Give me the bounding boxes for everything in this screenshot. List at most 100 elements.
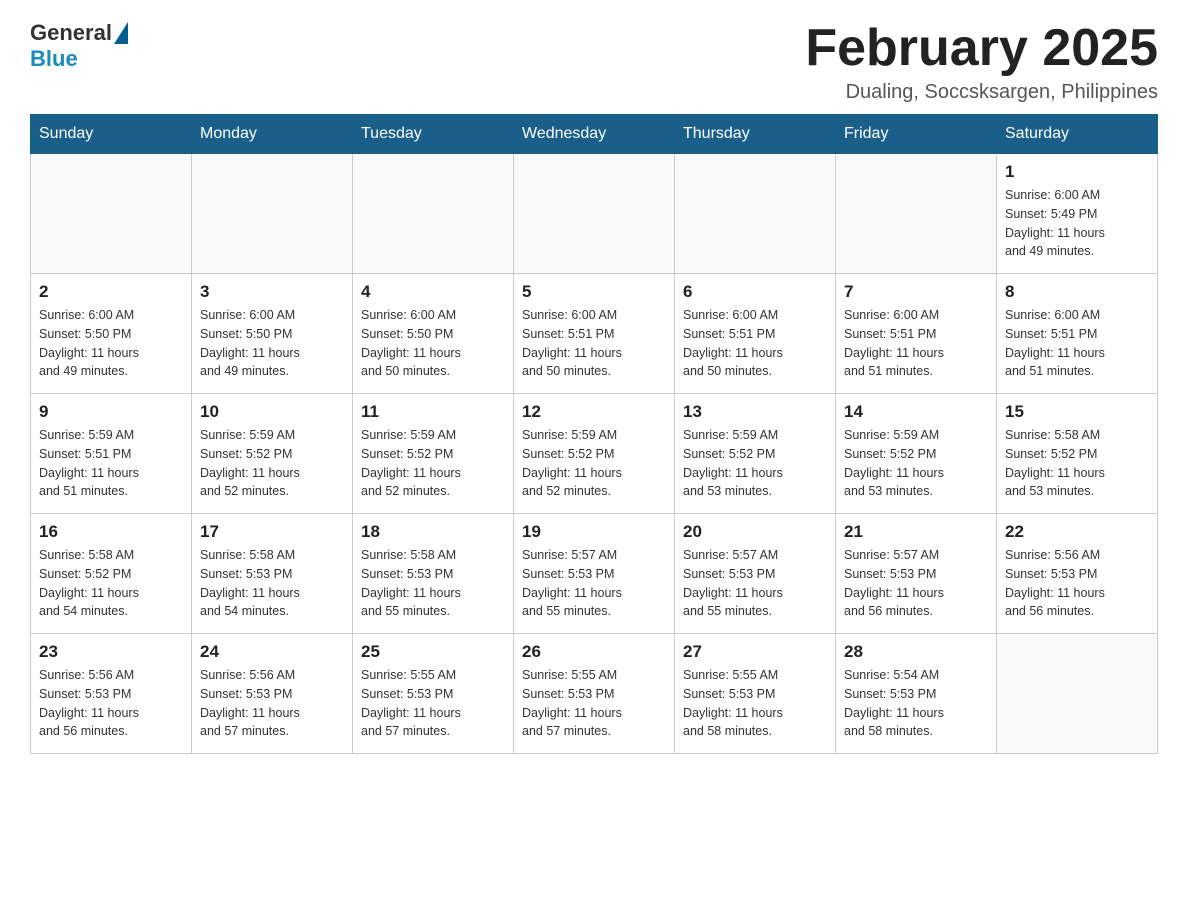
- day-number: 21: [844, 522, 988, 542]
- day-info: Sunrise: 5:58 AM Sunset: 5:53 PM Dayligh…: [200, 546, 344, 621]
- day-number: 9: [39, 402, 183, 422]
- calendar-cell: [31, 154, 192, 274]
- weekday-header-wednesday: Wednesday: [514, 115, 675, 154]
- day-number: 1: [1005, 162, 1149, 182]
- day-number: 19: [522, 522, 666, 542]
- calendar-week-row: 16 Sunrise: 5:58 AM Sunset: 5:52 PM Dayli…: [31, 514, 1158, 634]
- day-number: 27: [683, 642, 827, 662]
- day-number: 22: [1005, 522, 1149, 542]
- weekday-header-monday: Monday: [192, 115, 353, 154]
- calendar-cell: 22 Sunrise: 5:56 AM Sunset: 5:53 PM Dayli…: [997, 514, 1158, 634]
- day-number: 26: [522, 642, 666, 662]
- calendar-cell: 3Sunrise: 6:00 AM Sunset: 5:50 PM Daylig…: [192, 274, 353, 394]
- day-number: 14: [844, 402, 988, 422]
- day-number: 4: [361, 282, 505, 302]
- day-info: Sunrise: 5:55 AM Sunset: 5:53 PM Dayligh…: [361, 666, 505, 741]
- calendar-cell: 14Sunrise: 5:59 AM Sunset: 5:52 PM Dayli…: [836, 394, 997, 514]
- calendar-cell: [675, 154, 836, 274]
- calendar-week-row: 23 Sunrise: 5:56 AM Sunset: 5:53 PM Dayli…: [31, 634, 1158, 754]
- day-info: Sunrise: 6:00 AM Sunset: 5:51 PM Dayligh…: [1005, 306, 1149, 381]
- calendar-cell: [836, 154, 997, 274]
- calendar-cell: [192, 154, 353, 274]
- calendar-cell: 1 Sunrise: 6:00 AM Sunset: 5:49 PM Daylig…: [997, 154, 1158, 274]
- calendar-cell: 11Sunrise: 5:59 AM Sunset: 5:52 PM Dayli…: [353, 394, 514, 514]
- day-number: 15: [1005, 402, 1149, 422]
- day-info: Sunrise: 5:59 AM Sunset: 5:52 PM Dayligh…: [683, 426, 827, 501]
- weekday-header-sunday: Sunday: [31, 115, 192, 154]
- calendar-cell: 25 Sunrise: 5:55 AM Sunset: 5:53 PM Dayli…: [353, 634, 514, 754]
- weekday-header-row: SundayMondayTuesdayWednesdayThursdayFrid…: [31, 115, 1158, 154]
- day-info: Sunrise: 5:57 AM Sunset: 5:53 PM Dayligh…: [683, 546, 827, 621]
- day-number: 23: [39, 642, 183, 662]
- calendar-cell: [997, 634, 1158, 754]
- location-subtitle: Dualing, Soccsksargen, Philippines: [805, 81, 1158, 104]
- day-info: Sunrise: 5:55 AM Sunset: 5:53 PM Dayligh…: [683, 666, 827, 741]
- day-number: 10: [200, 402, 344, 422]
- calendar-cell: 13Sunrise: 5:59 AM Sunset: 5:52 PM Dayli…: [675, 394, 836, 514]
- calendar-cell: 28 Sunrise: 5:54 AM Sunset: 5:53 PM Dayli…: [836, 634, 997, 754]
- calendar-cell: [353, 154, 514, 274]
- calendar-cell: 24Sunrise: 5:56 AM Sunset: 5:53 PM Dayli…: [192, 634, 353, 754]
- day-number: 3: [200, 282, 344, 302]
- day-number: 6: [683, 282, 827, 302]
- logo-general-text: General: [30, 20, 112, 46]
- day-info: Sunrise: 5:54 AM Sunset: 5:53 PM Dayligh…: [844, 666, 988, 741]
- day-number: 16: [39, 522, 183, 542]
- calendar-week-row: 2 Sunrise: 6:00 AM Sunset: 5:50 PM Daylig…: [31, 274, 1158, 394]
- day-number: 5: [522, 282, 666, 302]
- day-number: 7: [844, 282, 988, 302]
- calendar-cell: 6Sunrise: 6:00 AM Sunset: 5:51 PM Daylig…: [675, 274, 836, 394]
- calendar-cell: [514, 154, 675, 274]
- day-number: 25: [361, 642, 505, 662]
- logo-triangle-icon: [114, 22, 128, 44]
- day-number: 8: [1005, 282, 1149, 302]
- day-info: Sunrise: 6:00 AM Sunset: 5:50 PM Dayligh…: [39, 306, 183, 381]
- day-number: 18: [361, 522, 505, 542]
- calendar-cell: 7 Sunrise: 6:00 AM Sunset: 5:51 PM Daylig…: [836, 274, 997, 394]
- day-info: Sunrise: 6:00 AM Sunset: 5:49 PM Dayligh…: [1005, 186, 1149, 261]
- calendar-cell: 20Sunrise: 5:57 AM Sunset: 5:53 PM Dayli…: [675, 514, 836, 634]
- logo: General Blue: [30, 20, 130, 72]
- day-info: Sunrise: 6:00 AM Sunset: 5:51 PM Dayligh…: [522, 306, 666, 381]
- day-number: 2: [39, 282, 183, 302]
- calendar-cell: 21 Sunrise: 5:57 AM Sunset: 5:53 PM Dayli…: [836, 514, 997, 634]
- day-info: Sunrise: 6:00 AM Sunset: 5:50 PM Dayligh…: [361, 306, 505, 381]
- calendar-cell: 19Sunrise: 5:57 AM Sunset: 5:53 PM Dayli…: [514, 514, 675, 634]
- calendar-cell: 9 Sunrise: 5:59 AM Sunset: 5:51 PM Daylig…: [31, 394, 192, 514]
- day-info: Sunrise: 5:59 AM Sunset: 5:52 PM Dayligh…: [522, 426, 666, 501]
- weekday-header-tuesday: Tuesday: [353, 115, 514, 154]
- calendar-cell: 27 Sunrise: 5:55 AM Sunset: 5:53 PM Dayli…: [675, 634, 836, 754]
- weekday-header-friday: Friday: [836, 115, 997, 154]
- calendar-cell: 18 Sunrise: 5:58 AM Sunset: 5:53 PM Dayli…: [353, 514, 514, 634]
- day-number: 28: [844, 642, 988, 662]
- day-info: Sunrise: 5:58 AM Sunset: 5:52 PM Dayligh…: [1005, 426, 1149, 501]
- day-number: 11: [361, 402, 505, 422]
- calendar-cell: 23 Sunrise: 5:56 AM Sunset: 5:53 PM Dayli…: [31, 634, 192, 754]
- day-number: 17: [200, 522, 344, 542]
- weekday-header-saturday: Saturday: [997, 115, 1158, 154]
- calendar-week-row: 1 Sunrise: 6:00 AM Sunset: 5:49 PM Daylig…: [31, 154, 1158, 274]
- month-title: February 2025: [805, 20, 1158, 77]
- page-header: General Blue February 2025 Dualing, Socc…: [30, 20, 1158, 104]
- day-info: Sunrise: 5:59 AM Sunset: 5:51 PM Dayligh…: [39, 426, 183, 501]
- calendar-cell: 12 Sunrise: 5:59 AM Sunset: 5:52 PM Dayli…: [514, 394, 675, 514]
- calendar-cell: 8 Sunrise: 6:00 AM Sunset: 5:51 PM Daylig…: [997, 274, 1158, 394]
- title-area: February 2025 Dualing, Soccsksargen, Phi…: [805, 20, 1158, 104]
- day-info: Sunrise: 5:59 AM Sunset: 5:52 PM Dayligh…: [200, 426, 344, 501]
- calendar-cell: 10 Sunrise: 5:59 AM Sunset: 5:52 PM Dayli…: [192, 394, 353, 514]
- day-number: 24: [200, 642, 344, 662]
- day-info: Sunrise: 5:56 AM Sunset: 5:53 PM Dayligh…: [39, 666, 183, 741]
- day-info: Sunrise: 5:57 AM Sunset: 5:53 PM Dayligh…: [844, 546, 988, 621]
- day-info: Sunrise: 5:58 AM Sunset: 5:53 PM Dayligh…: [361, 546, 505, 621]
- calendar-cell: 5 Sunrise: 6:00 AM Sunset: 5:51 PM Daylig…: [514, 274, 675, 394]
- day-number: 12: [522, 402, 666, 422]
- day-info: Sunrise: 6:00 AM Sunset: 5:51 PM Dayligh…: [844, 306, 988, 381]
- calendar-cell: 17 Sunrise: 5:58 AM Sunset: 5:53 PM Dayli…: [192, 514, 353, 634]
- logo-blue-text: Blue: [30, 46, 78, 72]
- day-info: Sunrise: 5:58 AM Sunset: 5:52 PM Dayligh…: [39, 546, 183, 621]
- day-info: Sunrise: 5:56 AM Sunset: 5:53 PM Dayligh…: [1005, 546, 1149, 621]
- calendar-table: SundayMondayTuesdayWednesdayThursdayFrid…: [30, 114, 1158, 754]
- calendar-cell: 16 Sunrise: 5:58 AM Sunset: 5:52 PM Dayli…: [31, 514, 192, 634]
- calendar-cell: 26Sunrise: 5:55 AM Sunset: 5:53 PM Dayli…: [514, 634, 675, 754]
- calendar-cell: 2 Sunrise: 6:00 AM Sunset: 5:50 PM Daylig…: [31, 274, 192, 394]
